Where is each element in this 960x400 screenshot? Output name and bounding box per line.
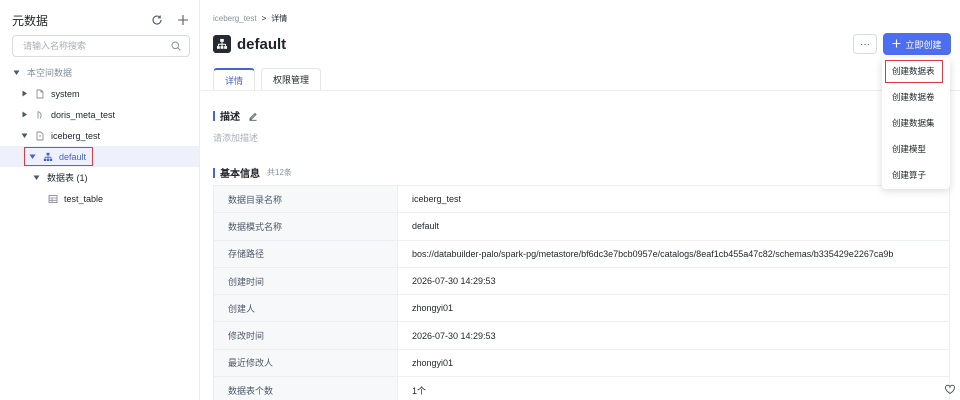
tab-divider [201,90,960,91]
info-key: 数据目录名称 [213,184,398,214]
page-title: default [237,35,287,53]
tree-node-label: 数据表 (1) [47,173,88,183]
table-row: 创建时间 2026-07-30 14:29:53 [213,266,950,296]
metadata-sidebar: 元数据 本空间数据 system doris_meta_ [0,0,200,400]
section-marker [213,167,215,178]
tree-node-space-data[interactable]: 本空间数据 [0,62,199,83]
tree-node-tables-folder[interactable]: 数据表 (1) [0,167,199,188]
info-value: zhongyi01 [397,348,950,378]
search-box [12,35,190,57]
description-section-header: 描述 [213,108,258,123]
basic-info-section-header: 基本信息 共12条 [213,165,292,180]
description-placeholder[interactable]: 请添加描述 [213,131,258,144]
search-icon[interactable] [169,39,183,53]
tree-node-label: doris_meta_test [51,109,116,120]
breadcrumb: iceberg_test > 详情 [213,13,287,24]
section-marker [213,110,215,121]
breadcrumb-separator: > [261,14,267,23]
tree-node-catalog-iceberg[interactable]: iceberg_test [0,125,199,146]
catalog-file-icon [35,131,45,141]
info-value: zhongyi01 [397,294,950,323]
sidebar-title: 元数据 [12,13,49,28]
table-row: 创建人 zhongyi01 [213,294,950,323]
more-icon: ··· [860,38,870,50]
caret-right-icon[interactable] [20,111,28,119]
feedback-icon[interactable] [942,381,958,397]
tree-node-label: 本空间数据 [27,68,73,78]
create-dropdown-menu: 创建数据表 创建数据卷 创建数据集 创建模型 创建算子 [882,58,950,189]
tree-node-table-test[interactable]: test_table [0,188,199,209]
sidebar-header: 元数据 [12,11,190,29]
caret-down-icon[interactable] [20,132,28,140]
table-row: 数据目录名称 iceberg_test [213,184,950,214]
table-row: 最近修改人 zhongyi01 [213,348,950,378]
create-now-label: 立即创建 [905,39,942,50]
tree-node-label: system [51,88,80,99]
description-title: 描述 [220,112,240,123]
caret-right-icon[interactable] [20,90,28,98]
table-row: 修改时间 2026-07-30 14:29:53 [213,321,950,350]
page-title-row: default [213,35,286,53]
sidebar-tools [150,13,190,27]
info-value: 2026-07-30 14:29:53 [397,266,950,296]
info-key: 创建人 [213,294,398,323]
tab-bar: 详情 权限管理 [213,68,322,90]
info-key: 数据表个数 [213,376,398,400]
tree-node-label: test_table [64,193,104,204]
menu-item-create-model[interactable]: 创建模型 [882,136,950,162]
breadcrumb-parent[interactable]: iceberg_test [213,14,257,23]
add-icon[interactable] [176,13,190,27]
more-button[interactable]: ··· [853,34,877,54]
plus-icon [892,39,901,50]
caret-down-icon[interactable] [28,153,36,161]
search-input[interactable] [23,41,169,51]
menu-item-create-dataset[interactable]: 创建数据集 [882,110,950,136]
caret-down-icon[interactable] [12,69,20,77]
tab-details[interactable]: 详情 [213,68,256,90]
info-value: iceberg_test [397,184,950,214]
schema-icon [213,35,231,53]
basic-info-table: 数据目录名称 iceberg_test 数据模式名称 default 存储路径 bos… [213,184,950,400]
table-row: 数据表个数 1个 [213,376,950,400]
info-key: 修改时间 [213,321,398,350]
tab-label: 权限管理 [273,75,310,85]
breadcrumb-current: 详情 [271,14,288,23]
doris-catalog-icon [35,110,45,120]
info-value: default [397,212,950,241]
create-now-button[interactable]: 立即创建 [883,33,951,55]
table-row: 数据模式名称 default [213,212,950,241]
tab-permissions[interactable]: 权限管理 [261,68,322,90]
info-key: 存储路径 [213,239,398,268]
table-icon [48,194,58,204]
basic-info-title: 基本信息 [220,169,260,180]
tree-node-catalog-doris[interactable]: doris_meta_test [0,104,199,125]
schema-icon [43,152,53,162]
catalog-file-icon [35,89,45,99]
table-row: 存储路径 bos://databuilder-palo/spark-pg/meta… [213,239,950,268]
tree-node-label: iceberg_test [51,130,101,141]
info-key: 最近修改人 [213,348,398,378]
tree-node-label: default [59,151,87,162]
basic-info-count: 共12条 [267,168,292,177]
info-value: 1个 [397,376,950,400]
info-value: bos://databuilder-palo/spark-pg/metastor… [397,239,950,268]
refresh-icon[interactable] [150,13,164,27]
menu-item-create-table[interactable]: 创建数据表 [882,58,950,84]
edit-icon[interactable] [248,111,258,121]
tree-node-schema-default[interactable]: default [0,146,199,167]
tree-node-catalog-system[interactable]: system [0,83,199,104]
metadata-tree: 本空间数据 system doris_meta_test iceberg_tes… [0,62,199,209]
info-key: 数据模式名称 [213,212,398,241]
menu-item-create-operator[interactable]: 创建算子 [882,162,950,188]
detail-panel: iceberg_test > 详情 default ··· 立即创建 详情 权限… [201,0,960,400]
info-key: 创建时间 [213,266,398,296]
info-value: 2026-07-30 14:29:53 [397,321,950,350]
menu-item-create-volume[interactable]: 创建数据卷 [882,84,950,110]
caret-down-icon[interactable] [32,174,40,182]
tab-label: 详情 [225,75,244,86]
